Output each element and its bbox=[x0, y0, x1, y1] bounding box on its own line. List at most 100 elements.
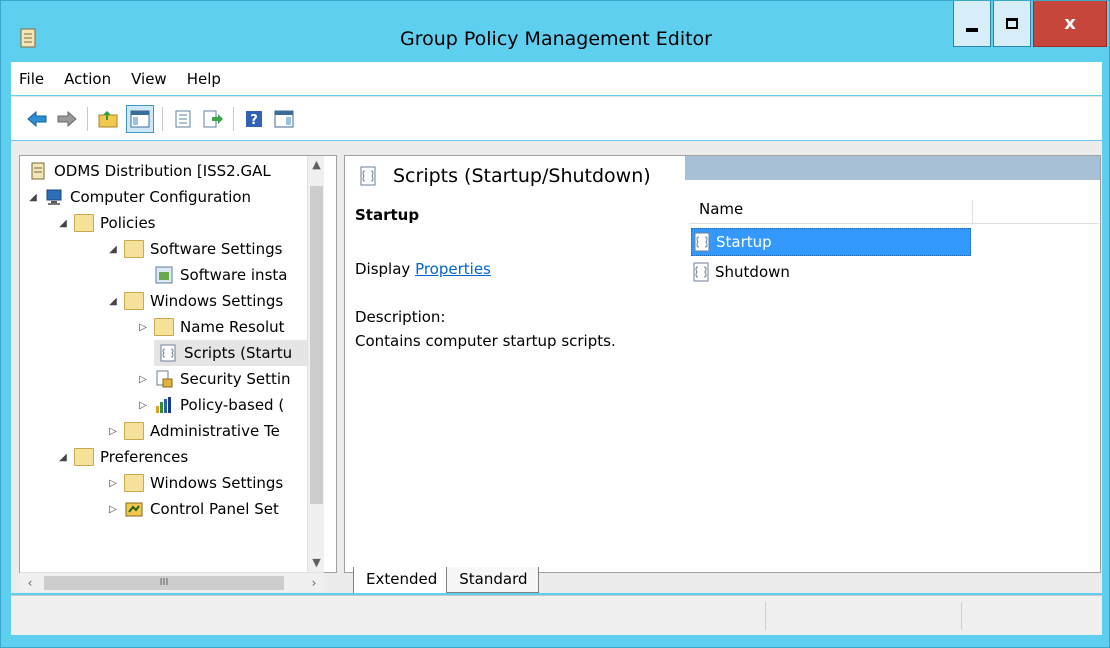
show-hide-console-tree-button[interactable] bbox=[126, 104, 154, 133]
expanded-arrow-icon[interactable]: ◢ bbox=[26, 192, 40, 203]
folder-icon bbox=[74, 448, 94, 466]
properties-icon bbox=[175, 110, 191, 127]
tree-item-administrative-templates[interactable]: ▷ Administrative Te bbox=[106, 418, 280, 444]
collapsed-arrow-icon[interactable]: ▷ bbox=[136, 322, 150, 333]
status-bar bbox=[11, 595, 1102, 635]
detail-title: Scripts (Startup/Shutdown) bbox=[359, 165, 651, 187]
list-header: Name bbox=[689, 196, 1099, 224]
up-folder-icon bbox=[98, 110, 118, 127]
scrollbar-thumb[interactable] bbox=[310, 186, 323, 504]
help-button[interactable]: ? bbox=[242, 107, 266, 131]
tree-item-policy-based-qos[interactable]: ▷ Policy-based ( bbox=[136, 392, 284, 418]
display-prefix: Display bbox=[355, 260, 416, 278]
view-tabs: Extended Standard bbox=[353, 567, 539, 597]
scroll-up-icon[interactable]: ▲ bbox=[308, 156, 325, 174]
scroll-down-icon[interactable]: ▼ bbox=[308, 554, 325, 572]
tree-item-software-settings[interactable]: ◢ Software Settings bbox=[106, 236, 282, 262]
tree-item-label: Administrative Te bbox=[150, 422, 280, 440]
collapsed-arrow-icon[interactable]: ▷ bbox=[136, 400, 150, 411]
back-button[interactable] bbox=[25, 107, 49, 131]
expanded-arrow-icon[interactable]: ◢ bbox=[106, 244, 120, 255]
folder-icon bbox=[124, 474, 144, 492]
console-tree[interactable]: ODMS Distribution [ISS2.GAL ◢ Computer C… bbox=[19, 155, 337, 573]
scroll-right-icon[interactable]: › bbox=[304, 573, 324, 593]
show-hide-action-pane-button[interactable] bbox=[272, 107, 296, 131]
minimize-icon bbox=[966, 27, 978, 32]
expanded-arrow-icon[interactable]: ◢ bbox=[106, 296, 120, 307]
properties-button[interactable] bbox=[171, 107, 195, 131]
menu-help[interactable]: Help bbox=[177, 70, 231, 88]
bar-chart-icon bbox=[156, 397, 171, 413]
tree-item-label: Scripts (Startu bbox=[184, 344, 293, 362]
tree-item-control-panel-settings[interactable]: ▷ Control Panel Set bbox=[106, 496, 279, 522]
console-tree-icon bbox=[130, 110, 150, 127]
tree-item-computer-configuration[interactable]: ◢ Computer Configuration bbox=[26, 184, 251, 210]
svg-text:?: ? bbox=[250, 113, 258, 128]
list-item-shutdown[interactable]: Shutdown bbox=[691, 258, 971, 286]
tree-item-scripts[interactable]: Scripts (Startu bbox=[154, 340, 314, 366]
menu-bar: File Action View Help bbox=[11, 62, 1102, 95]
section-label: Startup bbox=[355, 206, 420, 224]
scrollbar-thumb[interactable]: III bbox=[44, 576, 284, 590]
tree-item-software-installation[interactable]: Software insta bbox=[150, 262, 287, 288]
tree-item-name-resolution[interactable]: ▷ Name Resolut bbox=[136, 314, 285, 340]
folder-icon bbox=[124, 292, 144, 310]
computer-icon bbox=[46, 189, 62, 205]
up-one-level-button[interactable] bbox=[96, 107, 120, 131]
tree-item-label: Policies bbox=[100, 214, 156, 232]
detail-title-text: Scripts (Startup/Shutdown) bbox=[393, 165, 651, 187]
column-header-name[interactable]: Name bbox=[693, 200, 973, 224]
export-list-button[interactable] bbox=[201, 107, 225, 131]
folder-icon bbox=[124, 240, 144, 258]
expanded-arrow-icon[interactable]: ◢ bbox=[56, 452, 70, 463]
collapsed-arrow-icon[interactable]: ▷ bbox=[106, 426, 120, 437]
forward-icon bbox=[57, 110, 77, 127]
properties-link[interactable]: Properties bbox=[415, 260, 491, 278]
script-icon bbox=[694, 232, 710, 252]
scroll-left-icon[interactable]: ‹ bbox=[20, 573, 40, 593]
maximize-button[interactable] bbox=[993, 1, 1031, 47]
tree-item-windows-settings[interactable]: ◢ Windows Settings bbox=[106, 288, 283, 314]
menu-action[interactable]: Action bbox=[54, 70, 121, 88]
scripts-icon bbox=[160, 344, 176, 362]
close-icon: x bbox=[1064, 13, 1076, 34]
tree-item-preferences[interactable]: ◢ Preferences bbox=[56, 444, 188, 470]
tree-item-root[interactable]: ODMS Distribution [ISS2.GAL bbox=[24, 158, 271, 184]
window-title: Group Policy Management Editor bbox=[399, 28, 712, 50]
tab-standard[interactable]: Standard bbox=[446, 567, 539, 593]
forward-button[interactable] bbox=[55, 107, 79, 131]
tree-item-label: Software insta bbox=[180, 266, 288, 284]
toolbar-separator bbox=[162, 106, 163, 131]
tree-item-label: Computer Configuration bbox=[70, 188, 252, 206]
menu-file[interactable]: File bbox=[11, 70, 54, 88]
collapsed-arrow-icon[interactable]: ▷ bbox=[106, 504, 120, 515]
expanded-arrow-icon[interactable]: ◢ bbox=[56, 218, 70, 229]
security-settings-icon bbox=[156, 370, 173, 388]
tree-item-policies[interactable]: ◢ Policies bbox=[56, 210, 155, 236]
tree-item-label: Name Resolut bbox=[180, 318, 285, 336]
title-bar[interactable]: Group Policy Management Editor x bbox=[1, 1, 1110, 61]
toolbar: ? bbox=[11, 96, 1102, 140]
folder-icon bbox=[124, 422, 144, 440]
scripts-icon bbox=[360, 166, 376, 186]
tree-item-preferences-windows-settings[interactable]: ▷ Windows Settings bbox=[106, 470, 283, 496]
tree-horizontal-scrollbar[interactable]: ‹ III › bbox=[20, 572, 324, 592]
toolbar-separator bbox=[87, 106, 88, 131]
tab-extended[interactable]: Extended bbox=[353, 567, 449, 593]
gpo-document-icon bbox=[31, 162, 45, 180]
list-item-startup[interactable]: Startup bbox=[691, 228, 971, 256]
tree-vertical-scrollbar[interactable]: ▲ ▼ bbox=[307, 156, 324, 572]
tree-item-label: Windows Settings bbox=[150, 292, 284, 310]
close-button[interactable]: x bbox=[1033, 1, 1107, 47]
maximize-icon bbox=[1006, 18, 1018, 29]
list-item-label: Startup bbox=[716, 233, 772, 251]
detail-pane: Scripts (Startup/Shutdown) Startup Displ… bbox=[344, 155, 1101, 573]
collapsed-arrow-icon[interactable]: ▷ bbox=[136, 374, 150, 385]
description-text: Contains computer startup scripts. bbox=[355, 332, 616, 350]
tree-item-security-settings[interactable]: ▷ Security Settin bbox=[136, 366, 290, 392]
menu-view[interactable]: View bbox=[121, 70, 177, 88]
collapsed-arrow-icon[interactable]: ▷ bbox=[106, 478, 120, 489]
minimize-button[interactable] bbox=[953, 1, 991, 47]
tree-item-label: Control Panel Set bbox=[150, 500, 279, 518]
tree-item-label: Windows Settings bbox=[150, 474, 284, 492]
